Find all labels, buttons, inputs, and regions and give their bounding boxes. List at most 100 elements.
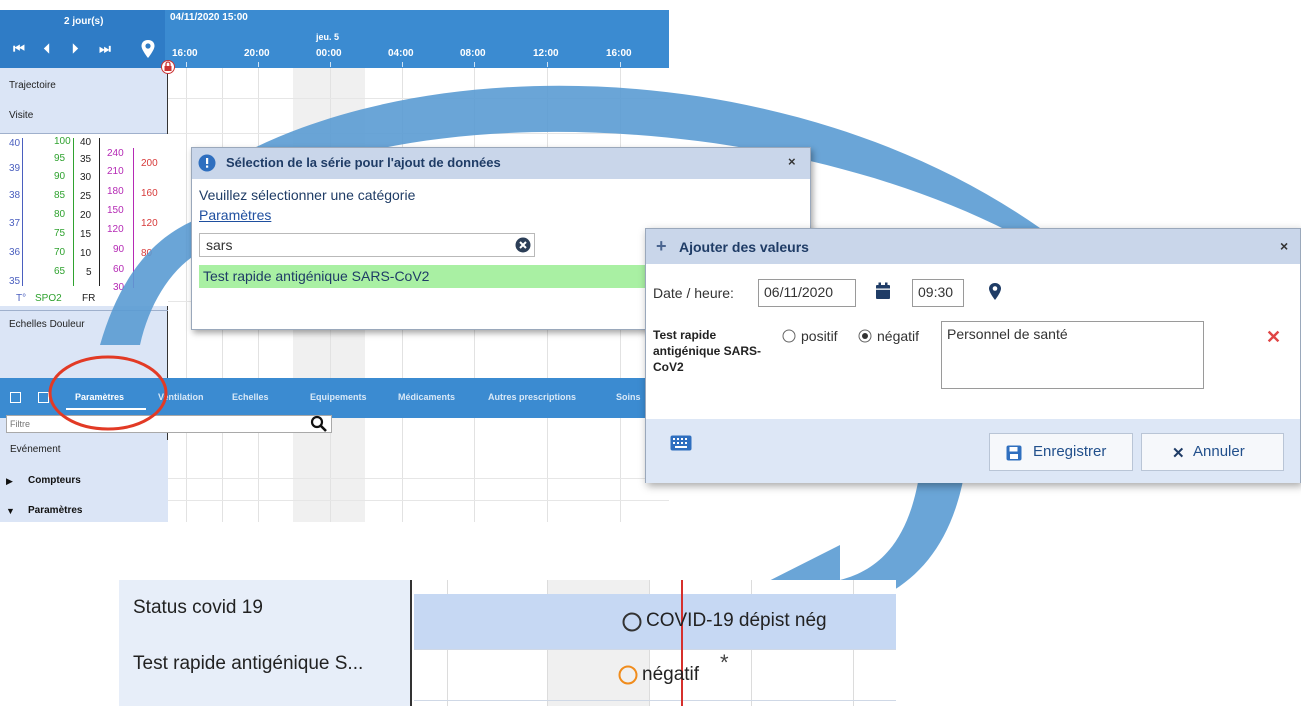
row-divider <box>414 700 896 701</box>
tick-mark <box>547 62 548 67</box>
skip-end-icon[interactable]: ⏭ <box>92 40 118 58</box>
tick-label: 08:00 <box>460 48 486 59</box>
active-tab-indicator <box>66 408 146 410</box>
scale-red-tick: 120 <box>141 218 158 229</box>
tree-item-compteurs[interactable]: Compteurs <box>28 475 81 486</box>
skip-start-icon[interactable]: ⏮ <box>6 40 32 58</box>
next-icon[interactable]: ⏵ <box>62 40 88 58</box>
scale-axis <box>22 138 23 286</box>
tick-label: 04:00 <box>388 48 414 59</box>
info-icon <box>198 154 216 177</box>
scale-spo2-tick: 100 <box>54 136 71 147</box>
scale-spo2-tick: 65 <box>54 266 66 277</box>
time-input[interactable]: 09:30 <box>912 279 964 307</box>
scale-label-fr: FR <box>82 293 96 304</box>
expand-icon[interactable] <box>38 392 49 403</box>
scale-spo2-tick: 95 <box>54 153 66 164</box>
category-link[interactable]: Paramètres <box>199 207 271 223</box>
tick-mark <box>258 62 259 67</box>
result-value[interactable]: négatif <box>642 664 699 686</box>
location-pin-icon[interactable] <box>140 39 156 64</box>
scale-fr-tick: 10 <box>80 248 92 259</box>
date-input[interactable]: 06/11/2020 <box>758 279 856 307</box>
row-label-status: Status covid 19 <box>133 597 263 618</box>
divider <box>0 310 168 311</box>
vitals-scale-panel: 40 39 38 37 36 35 100 95 90 85 80 75 70 … <box>0 134 168 306</box>
period-label: 2 jour(s) <box>64 16 104 27</box>
event-panel: Evénement ▶ Compteurs ▼ Paramètres <box>0 440 168 522</box>
cancel-button[interactable]: ✕ Annuler <box>1141 433 1284 471</box>
scale-temp-tick: 40 <box>9 138 21 149</box>
tab-autres-prescriptions[interactable]: Autres prescriptions <box>488 392 576 402</box>
scale-pink-tick: 210 <box>107 166 124 177</box>
calendar-icon[interactable] <box>875 282 891 305</box>
tab-ventilation[interactable]: Ventilation <box>158 392 204 402</box>
tick-mark <box>474 62 475 67</box>
dialog-title: Ajouter des valeurs <box>679 239 809 255</box>
plus-icon: + <box>656 236 667 256</box>
prev-icon[interactable]: ⏴ <box>34 40 60 58</box>
filter-input[interactable] <box>6 415 332 433</box>
comment-asterisk: * <box>720 650 729 675</box>
scale-temp-tick: 38 <box>9 190 21 201</box>
series-search-input[interactable]: sars <box>199 233 535 257</box>
chevron-right-icon[interactable]: ▶ <box>6 476 13 487</box>
collapse-icon[interactable] <box>10 392 21 403</box>
tick-mark <box>330 62 331 67</box>
current-datetime: 04/11/2020 15:00 <box>170 12 248 23</box>
scale-red-tick: 160 <box>141 188 158 199</box>
tick-mark <box>402 62 403 67</box>
tick-label: 12:00 <box>533 48 559 59</box>
timeline-result-zoom: Status covid 19 Test rapide antigénique … <box>119 580 896 706</box>
row-label-visite: Visite <box>9 110 34 121</box>
scale-axis <box>133 148 134 288</box>
scale-pink-tick: 120 <box>107 224 124 235</box>
scale-pink-tick: 60 <box>113 264 125 275</box>
status-value[interactable]: COVID-19 dépist nég <box>646 610 827 632</box>
grid-line <box>168 500 669 501</box>
tick-mark <box>186 62 187 67</box>
clear-icon[interactable] <box>515 237 531 258</box>
chevron-down-icon[interactable]: ▼ <box>6 506 15 516</box>
scale-red-tick: 80 <box>141 248 153 259</box>
comment-textarea[interactable]: Personnel de santé <box>941 321 1204 389</box>
scale-fr-tick: 30 <box>80 172 92 183</box>
location-pin-icon[interactable] <box>988 282 1002 306</box>
close-icon[interactable]: × <box>1280 238 1288 254</box>
tick-label: 16:00 <box>606 48 632 59</box>
delete-icon[interactable]: ✕ <box>1266 327 1281 348</box>
scale-pink-tick: 240 <box>107 148 124 159</box>
scale-pink-tick: 90 <box>113 244 125 255</box>
scale-fr-tick: 40 <box>80 137 92 148</box>
radio-label-positif: positif <box>801 328 838 344</box>
period-selector[interactable]: 2 jour(s) ⏮ ⏴ ⏵ ⏭ <box>0 10 165 68</box>
radio-negatif[interactable] <box>858 329 872 348</box>
scale-spo2-tick: 85 <box>54 190 66 201</box>
scale-fr-tick: 20 <box>80 210 92 221</box>
scale-fr-tick: 25 <box>80 191 92 202</box>
search-icon[interactable] <box>310 415 328 438</box>
radio-positif[interactable] <box>782 329 796 348</box>
keyboard-icon[interactable] <box>670 435 692 456</box>
day-marker: jeu. 5 <box>316 32 340 42</box>
tree-item-parametres[interactable]: Paramètres <box>28 505 82 516</box>
result-label: Test rapide antigénique SARS-CoV2 <box>203 268 430 284</box>
scale-spo2-tick: 75 <box>54 228 66 239</box>
tab-parametres[interactable]: Paramètres <box>75 392 124 402</box>
radio-label-negatif: négatif <box>877 328 920 344</box>
tab-echelles[interactable]: Echelles <box>232 392 269 402</box>
parameter-label: Test rapide antigénique SARS-CoV2 <box>653 328 762 374</box>
tab-medicaments[interactable]: Médicaments <box>398 392 455 402</box>
save-icon <box>1006 445 1022 465</box>
close-icon[interactable]: × <box>788 154 796 169</box>
tab-equipements[interactable]: Equipements <box>310 392 367 402</box>
scale-axis <box>99 138 100 286</box>
category-tab-bar: Paramètres Ventilation Echelles Equipeme… <box>0 378 669 418</box>
cancel-icon: ✕ <box>1172 445 1185 462</box>
save-button[interactable]: Enregistrer <box>989 433 1133 471</box>
tab-soins[interactable]: Soins <box>616 392 641 402</box>
dialog-header: + Ajouter des valeurs × <box>646 229 1300 264</box>
dialog-title: Sélection de la série pour l'ajout de do… <box>226 155 501 170</box>
search-value: sars <box>206 237 233 253</box>
scale-spo2-tick: 70 <box>54 247 66 258</box>
